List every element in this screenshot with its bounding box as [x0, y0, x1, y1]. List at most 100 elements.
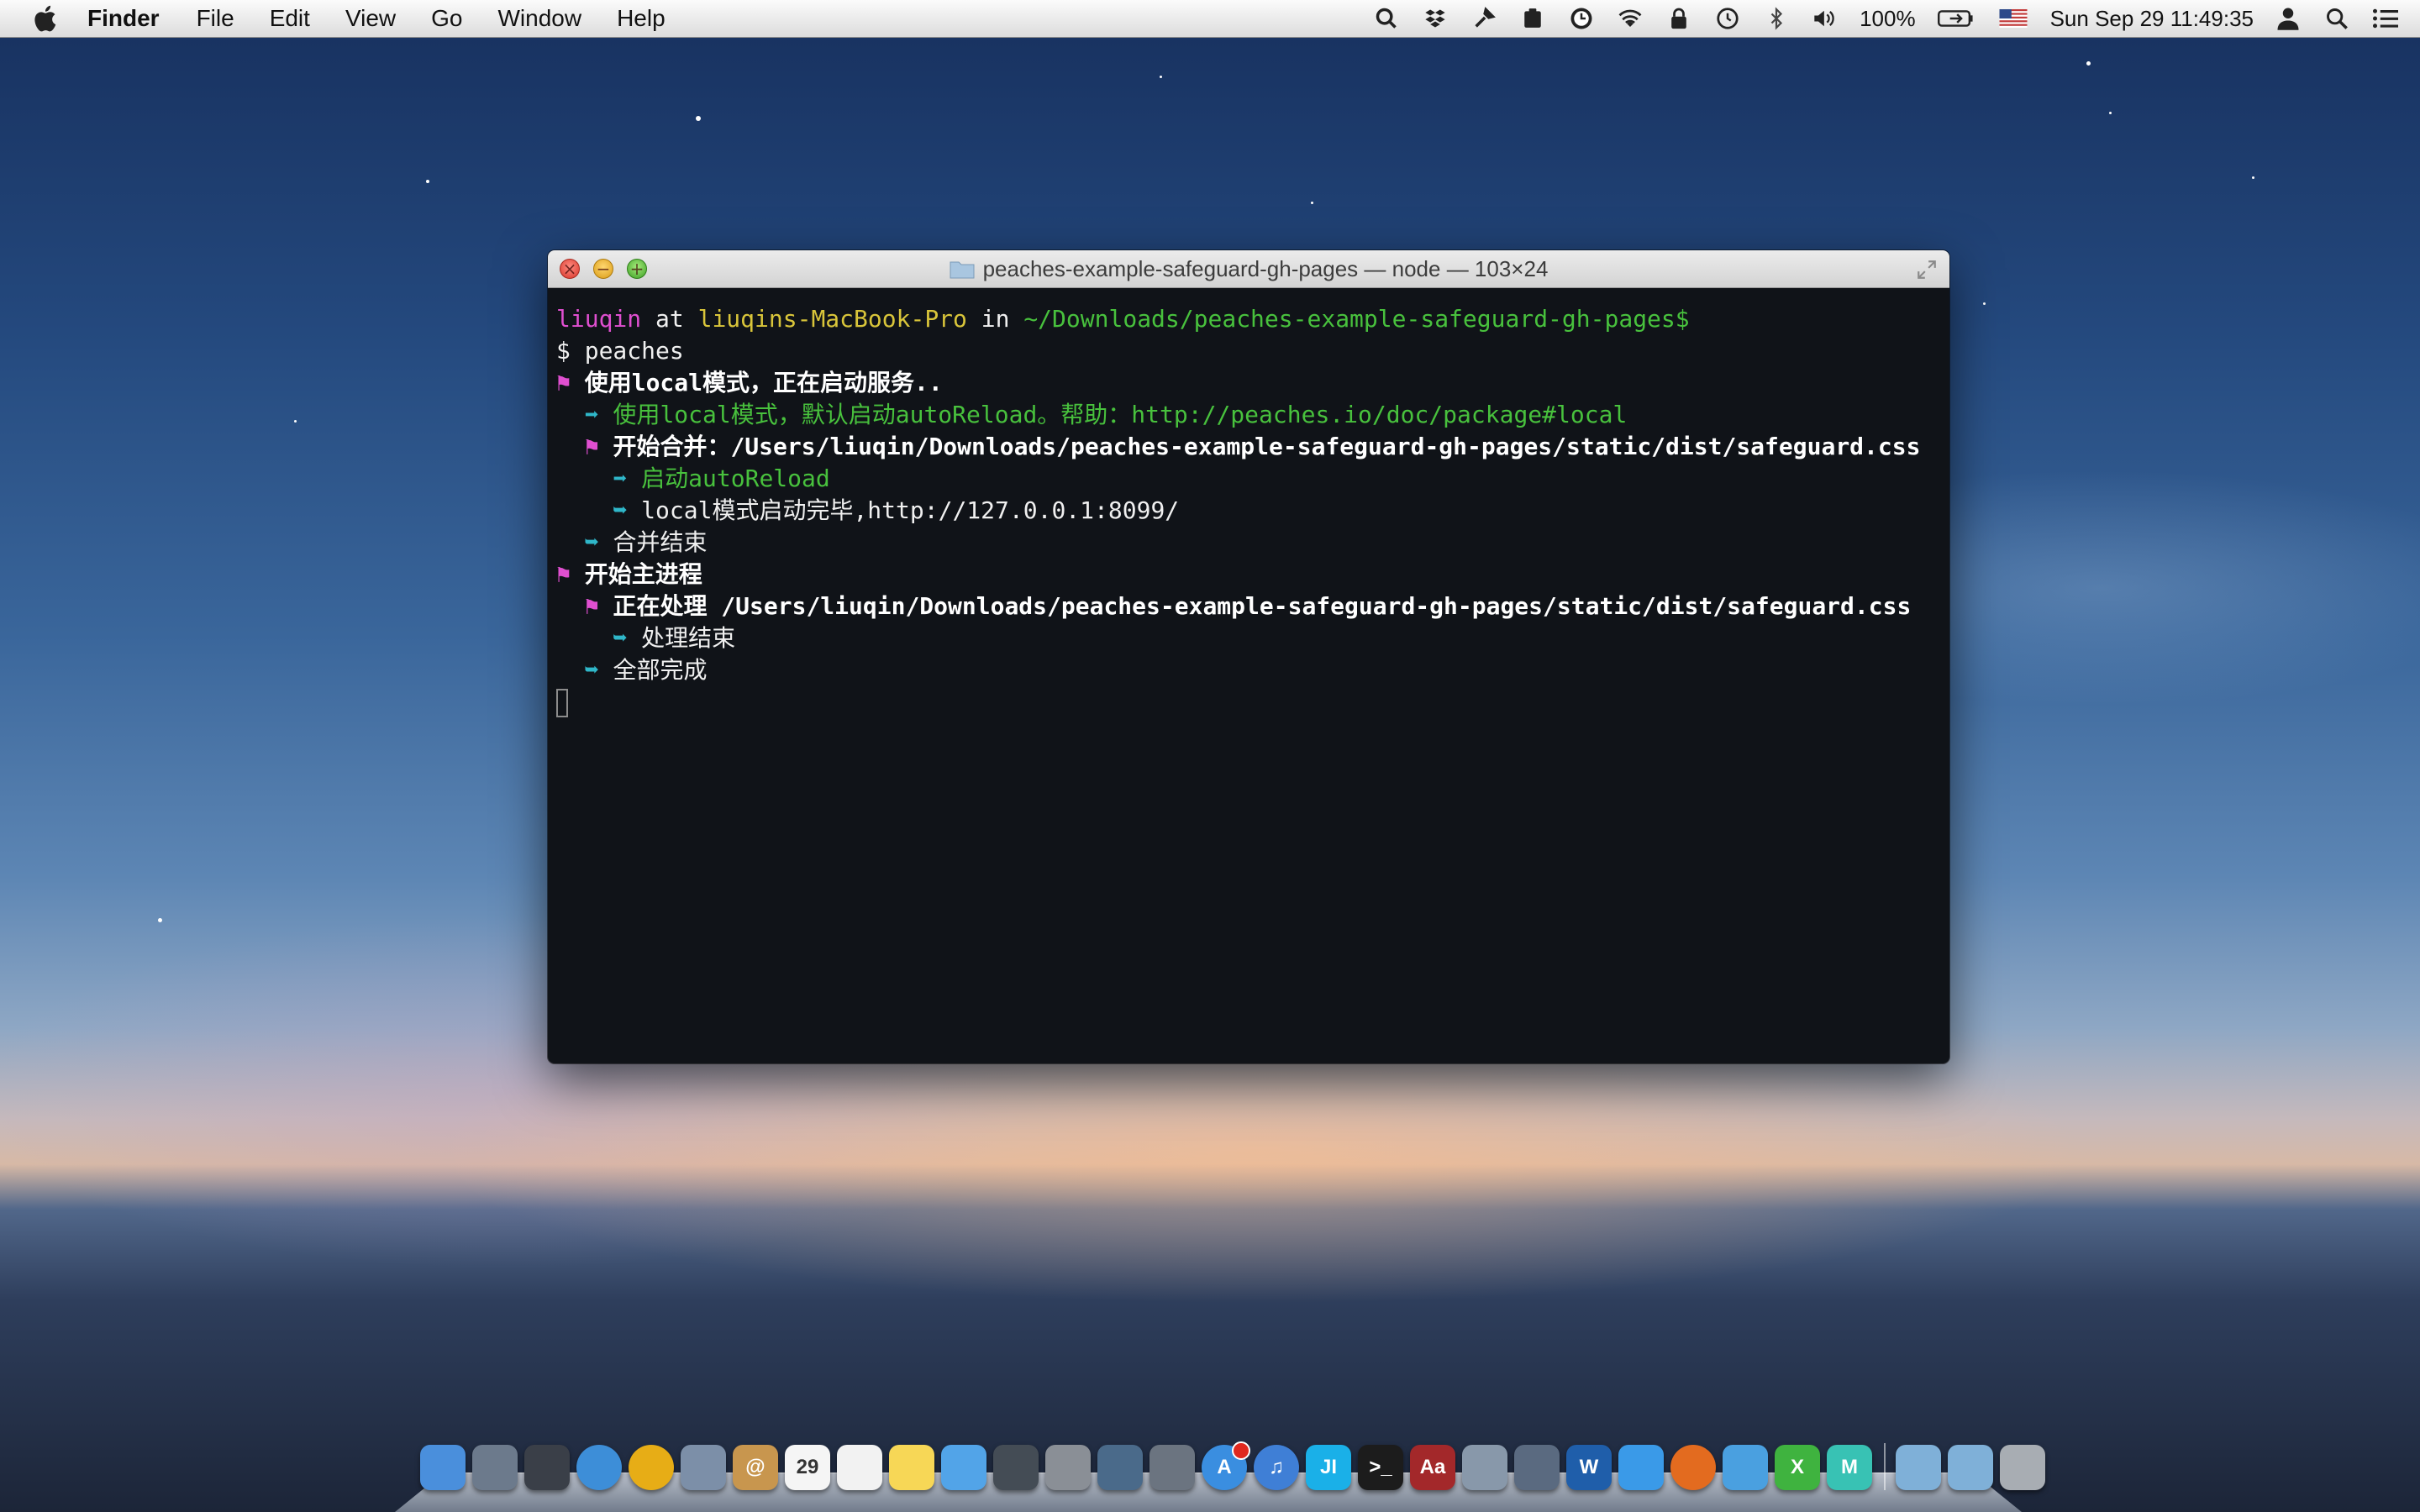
trash-icon[interactable] [2000, 1445, 2045, 1490]
reminders-icon[interactable] [837, 1445, 882, 1490]
output-line: ⚑ 开始合并：/Users/liuqin/Downloads/peaches-e… [556, 431, 1941, 463]
zoom-button[interactable]: + [627, 259, 647, 279]
menu-go[interactable]: Go [431, 5, 462, 32]
x-app-icon[interactable]: X [1775, 1445, 1820, 1490]
arrow-icon: ➡ [613, 465, 628, 492]
arrow-icon: ➥ [613, 496, 628, 524]
time-machine-icon[interactable] [1715, 6, 1740, 31]
terminal-window[interactable]: × − + peaches-example-safeguard-gh-pages… [548, 250, 1949, 1063]
clipboard-icon[interactable] [1520, 6, 1545, 31]
prompt-user: liuqin [556, 305, 642, 333]
terminal-titlebar[interactable]: × − + peaches-example-safeguard-gh-pages… [548, 250, 1949, 288]
user-icon[interactable] [2275, 6, 2301, 31]
flag-icon: ⚑ [556, 369, 571, 396]
itunes-icon[interactable]: ♫ [1254, 1445, 1299, 1490]
folder-icon [950, 261, 975, 279]
terminal-icon[interactable]: >_ [1358, 1445, 1403, 1490]
terminal-output[interactable]: liuqin at liuqins-MacBook-Pro in ~/Downl… [548, 288, 1949, 733]
output-line: ➡ 启动autoReload [556, 463, 1941, 495]
minimize-button[interactable]: − [593, 259, 613, 279]
bluetooth-icon[interactable] [1764, 6, 1789, 31]
apple-menu-icon[interactable] [30, 3, 62, 34]
menu-window[interactable]: Window [497, 5, 581, 32]
output-text: 使用local模式，正在启动服务.. [584, 369, 943, 396]
menu-view[interactable]: View [345, 5, 396, 32]
image-capture-icon[interactable] [1150, 1445, 1195, 1490]
messages-icon[interactable] [941, 1445, 986, 1490]
minimize-icon: − [596, 259, 611, 279]
output-line: ➥ 全部完成 [556, 654, 1941, 686]
flag-icon: ⚑ [584, 592, 599, 620]
volume-icon[interactable] [1812, 6, 1838, 31]
safari-icon[interactable] [576, 1445, 622, 1490]
output-text: 使用local模式，默认启动autoReload。帮助：http://peach… [613, 401, 1628, 428]
notes-icon[interactable] [889, 1445, 934, 1490]
flag-icon: ⚑ [556, 560, 571, 588]
mission-control-icon[interactable] [524, 1445, 570, 1490]
dock: @29 A ♫ JI >_ Aa W X M [395, 1441, 2045, 1512]
prompt-in: in [966, 305, 1024, 333]
notification-center-icon[interactable] [2373, 6, 2398, 31]
fullscreen-icon[interactable] [1916, 259, 1938, 281]
output-text: 开始主进程 [584, 560, 702, 588]
iphoto-icon[interactable] [1097, 1445, 1143, 1490]
preview-photos-icon[interactable] [1462, 1445, 1507, 1490]
calendar-icon[interactable]: 29 [785, 1445, 830, 1490]
script-editor-icon[interactable] [1514, 1445, 1560, 1490]
output-line: ➥ local模式启动完毕,http://127.0.0.1:8099/ [556, 495, 1941, 527]
clock-app-icon[interactable] [1569, 6, 1594, 31]
prompt-host: liuqins-MacBook-Pro [697, 305, 967, 333]
menu-edit[interactable]: Edit [270, 5, 310, 32]
menu-help[interactable]: Help [617, 5, 666, 32]
dictionary-icon[interactable]: Aa [1410, 1445, 1455, 1490]
tools-icon[interactable] [1471, 6, 1497, 31]
arrow-icon: ➥ [584, 528, 599, 556]
lock-icon[interactable] [1666, 6, 1691, 31]
twitter-bird-icon[interactable] [1618, 1445, 1664, 1490]
downloads-folder-icon[interactable] [1948, 1445, 1993, 1490]
facetime-icon[interactable] [993, 1445, 1039, 1490]
spotlight-icon[interactable] [2324, 6, 2349, 31]
flag-icon: ⚑ [584, 433, 599, 460]
output-text: local模式启动完毕,http://127.0.0.1:8099/ [641, 496, 1180, 524]
output-line: ➥ 处理结束 [556, 622, 1941, 654]
output-text: 开始合并：/Users/liuqin/Downloads/peaches-exa… [613, 433, 1921, 460]
launchpad-icon[interactable] [472, 1445, 518, 1490]
battery-icon[interactable] [1937, 6, 1975, 31]
finder-icon[interactable] [420, 1445, 466, 1490]
menu-file[interactable]: File [197, 5, 234, 32]
app-store-icon[interactable]: A [1202, 1441, 1250, 1490]
battery-percent: 100% [1860, 5, 1916, 31]
preview-icon[interactable] [681, 1445, 726, 1490]
firefox-icon[interactable] [1670, 1445, 1716, 1490]
contacts-icon[interactable]: @ [733, 1445, 778, 1490]
zoom-icon: + [629, 259, 644, 279]
status-menus: 100% Sun Sep 29 11:49:35 [1362, 0, 2420, 37]
tweetbot-icon[interactable] [1723, 1445, 1768, 1490]
dropbox-icon[interactable] [1423, 6, 1448, 31]
output-line: ⚑ 开始主进程 [556, 559, 1941, 591]
m-app-icon[interactable]: M [1827, 1445, 1872, 1490]
prompt-path: ~/Downloads/peaches-example-safeguard-gh… [1023, 305, 1690, 333]
menu-app-finder[interactable]: Finder [87, 5, 160, 32]
output-text: 正在处理 /Users/liuqin/Downloads/peaches-exa… [613, 592, 1912, 620]
close-button[interactable]: × [560, 259, 580, 279]
alfred-icon[interactable] [1374, 6, 1399, 31]
text-cursor [556, 689, 568, 717]
wifi-icon[interactable] [1618, 6, 1643, 31]
system-preferences-icon[interactable] [1045, 1445, 1091, 1490]
menu-bar: Finder File Edit View Go Window Help 100… [0, 0, 2420, 38]
wunderlist-icon[interactable]: W [1566, 1445, 1612, 1490]
notification-badge [1232, 1441, 1250, 1460]
menubar-clock[interactable]: Sun Sep 29 11:49:35 [2050, 6, 2254, 32]
us-flag-icon[interactable] [1998, 6, 2028, 31]
webstorm-icon[interactable]: JI [1306, 1445, 1351, 1490]
chrome-icon[interactable] [629, 1445, 674, 1490]
applications-folder-icon[interactable] [1896, 1445, 1941, 1490]
